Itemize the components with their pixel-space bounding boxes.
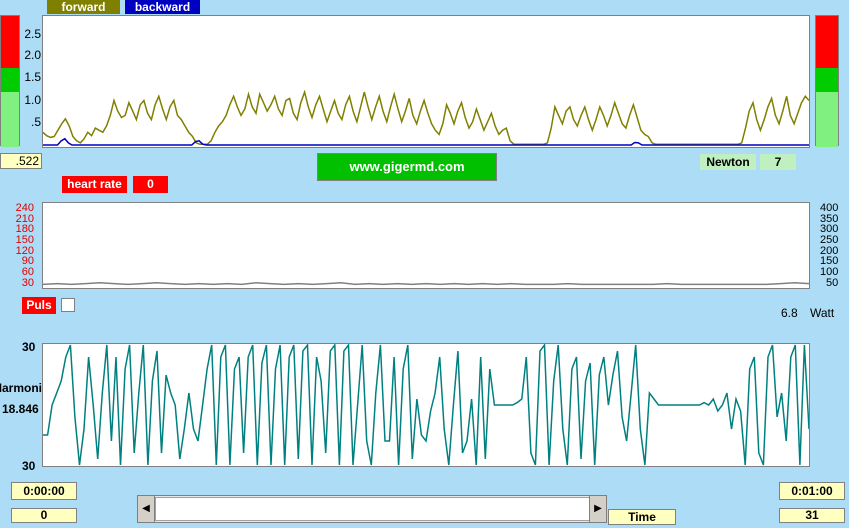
force-value-display: .522 bbox=[0, 153, 42, 169]
force-tick-1-5: 1.5 bbox=[24, 70, 41, 84]
heart-rate-chart bbox=[42, 202, 810, 289]
watt-unit: Watt bbox=[810, 306, 835, 320]
newton-label: Newton bbox=[700, 154, 756, 170]
website-banner[interactable]: www.gigermd.com bbox=[317, 153, 497, 181]
time-axis-label: Time bbox=[608, 509, 676, 525]
start-count-display: 0 bbox=[11, 508, 77, 523]
hr-tick-30: 30 bbox=[21, 277, 34, 289]
force-tick-2-5: 2.5 bbox=[24, 27, 41, 41]
harmony-value: 18.846 bbox=[2, 402, 39, 416]
newton-value: 7 bbox=[760, 154, 796, 170]
scroll-left-button[interactable]: ◀ bbox=[138, 496, 155, 522]
puls-label: Puls bbox=[22, 297, 56, 314]
left-level-red bbox=[1, 16, 19, 68]
right-level-red bbox=[816, 16, 838, 68]
heart-rate-series-line bbox=[43, 282, 809, 286]
puls-checkbox[interactable] bbox=[61, 298, 75, 312]
harmony-chart bbox=[42, 343, 810, 467]
scroll-thumb[interactable] bbox=[155, 497, 591, 521]
end-count-display: 31 bbox=[779, 508, 845, 523]
heart-rate-label: heart rate bbox=[62, 176, 127, 193]
harmony-side-label: Harmoni bbox=[0, 381, 42, 395]
right-level-lightgreen bbox=[816, 92, 838, 147]
time-scrollbar[interactable]: ◀ ▶ bbox=[137, 495, 607, 523]
watt-value: 6.8 bbox=[781, 306, 798, 320]
left-level-green bbox=[1, 68, 19, 92]
forward-legend-button[interactable]: forward bbox=[47, 0, 120, 14]
forward-series-line bbox=[43, 89, 809, 145]
harmony-chart-svg bbox=[43, 344, 809, 466]
heart-rate-chart-svg bbox=[43, 282, 809, 286]
heart-rate-value: 0 bbox=[133, 176, 168, 193]
harmony-series-line bbox=[43, 344, 809, 466]
start-time-display: 0:00:00 bbox=[11, 482, 77, 500]
force-tick-1-0: 1.0 bbox=[24, 93, 41, 107]
right-level-green bbox=[816, 68, 838, 92]
right-level-bar bbox=[815, 15, 839, 147]
force-chart bbox=[42, 15, 810, 148]
end-time-display: 0:01:00 bbox=[779, 482, 845, 500]
left-level-lightgreen bbox=[1, 92, 19, 147]
force-chart-svg bbox=[43, 89, 809, 146]
harmony-top-label: 30 bbox=[22, 340, 36, 354]
scroll-right-button[interactable]: ▶ bbox=[589, 496, 606, 522]
force-tick-0-5: .5 bbox=[30, 115, 41, 129]
left-level-bar bbox=[0, 15, 20, 147]
force-tick-2-0: 2.0 bbox=[24, 48, 41, 62]
watt-tick-50: 50 bbox=[826, 277, 839, 289]
harmony-bottom-label: 30 bbox=[22, 459, 36, 473]
backward-legend-button[interactable]: backward bbox=[125, 0, 200, 14]
